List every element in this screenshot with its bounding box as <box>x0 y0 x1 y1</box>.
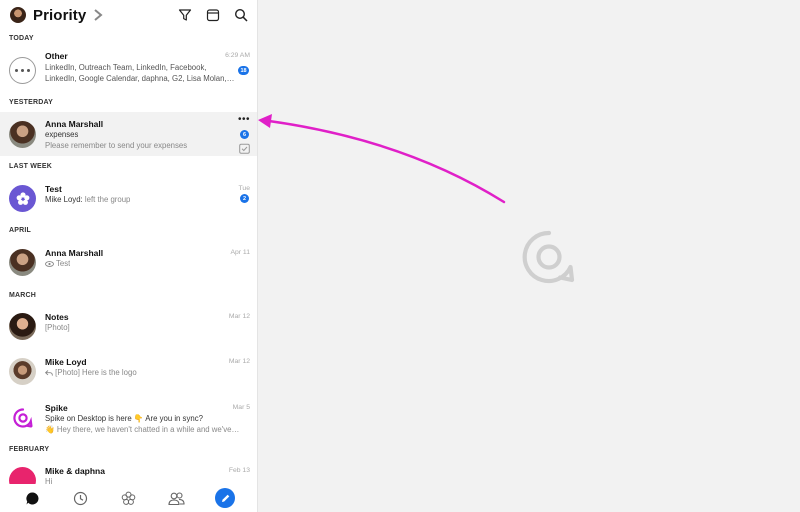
conversation-row-notes[interactable]: Notes [Photo] Mar 12 <box>0 304 257 348</box>
conversation-row-mike-loyd[interactable]: Mike Loyd [Photo] Here is the logo Mar 1… <box>0 349 257 393</box>
conversation-row-test[interactable]: Test Mike Loyd: left the group Tue 2 <box>0 176 257 220</box>
conversation-row-anna-marshall-expenses[interactable]: Anna Marshall expenses Please remember t… <box>0 112 257 156</box>
section-march: MARCH <box>9 292 37 299</box>
conversation-name: Mike & daphna <box>45 466 105 476</box>
unread-badge: 2 <box>240 194 249 203</box>
conversation-preview: [Photo] Here is the logo <box>45 368 137 377</box>
conversation-time: Mar 12 <box>228 313 250 320</box>
reply-icon <box>45 370 53 376</box>
clock-icon[interactable] <box>71 489 89 507</box>
bottom-navigation <box>0 484 257 512</box>
more-options-button[interactable]: ••• <box>238 115 250 125</box>
unread-badge: 18 <box>238 66 249 75</box>
conversation-name: Test <box>45 184 62 194</box>
conversation-name: Anna Marshall <box>45 119 104 129</box>
avatar <box>9 121 36 148</box>
group-flower-icon <box>9 185 36 212</box>
conversation-row-spike[interactable]: Spike Spike on Desktop is here 👇 Are you… <box>0 395 257 439</box>
conversation-time: 6:29 AM <box>225 52 250 59</box>
conversation-time: Apr 11 <box>230 249 250 256</box>
avatar <box>9 358 36 385</box>
user-avatar[interactable] <box>10 7 26 23</box>
conversation-name: Anna Marshall <box>45 248 104 258</box>
preview-text: [Photo] Here is the logo <box>55 368 137 377</box>
conversation-time: Feb 13 <box>228 467 250 474</box>
section-last-week: LAST WEEK <box>9 163 53 170</box>
unread-badge: 6 <box>240 130 249 139</box>
groups-flower-icon[interactable] <box>119 489 137 507</box>
conversation-row-anna-marshall[interactable]: Anna Marshall Test Apr 11 <box>0 240 257 284</box>
conversation-subject: expenses <box>45 130 79 139</box>
eye-icon <box>45 261 54 267</box>
avatar <box>9 249 36 276</box>
spike-watermark-logo <box>522 230 575 284</box>
section-yesterday: YESTERDAY <box>9 99 53 106</box>
avatar <box>9 313 36 340</box>
compose-button[interactable] <box>215 488 235 508</box>
conversation-preview: Mike Loyd: left the group <box>45 195 130 204</box>
conversation-name: Spike <box>45 403 68 413</box>
preview-text: left the group <box>84 195 131 204</box>
conversation-name: Other <box>45 51 68 61</box>
conversation-preview: Test <box>45 259 70 268</box>
conversation-preview: Please remember to send your expenses <box>45 141 188 150</box>
section-today: TODAY <box>9 35 34 42</box>
spike-logo-icon <box>9 404 36 431</box>
conversation-name: Notes <box>45 312 69 322</box>
conversation-preview: LinkedIn, Outreach Team, LinkedIn, Faceb… <box>45 63 207 72</box>
more-dots-icon <box>9 57 36 84</box>
section-april: APRIL <box>9 227 31 234</box>
contacts-icon[interactable] <box>167 489 185 507</box>
pencil-icon <box>221 494 229 502</box>
filter-icon[interactable] <box>178 8 192 22</box>
search-icon[interactable] <box>234 8 248 22</box>
preview-text: Test <box>56 259 71 268</box>
calendar-icon[interactable] <box>206 8 220 22</box>
conversation-preview: [Photo] <box>45 323 70 332</box>
conversation-time: Tue <box>238 185 250 192</box>
chat-icon[interactable] <box>23 489 41 507</box>
conversation-preview-2: LinkedIn, Google Calendar, daphna, G2, L… <box>45 74 235 83</box>
conversation-row-other[interactable]: Other LinkedIn, Outreach Team, LinkedIn,… <box>0 48 257 92</box>
conversation-time: Mar 12 <box>228 358 250 365</box>
task-icon[interactable] <box>239 143 250 154</box>
top-bar: Priority <box>0 0 257 30</box>
mailbox-title[interactable]: Priority <box>33 7 86 24</box>
conversation-sidebar: Priority TODAY Other LinkedIn, Outreach … <box>0 0 258 512</box>
preview-sender: Mike Loyd: <box>45 195 83 204</box>
conversation-name: Mike Loyd <box>45 357 87 367</box>
chevron-right-icon[interactable] <box>92 8 104 22</box>
conversation-time: Mar 5 <box>232 404 250 411</box>
annotation-arrow <box>258 114 506 204</box>
section-february: FEBRUARY <box>9 446 50 453</box>
conversation-preview-2: 👋 Hey there, we haven't chatted in a whi… <box>45 425 240 434</box>
conversation-preview: Spike on Desktop is here 👇 Are you in sy… <box>45 414 203 423</box>
